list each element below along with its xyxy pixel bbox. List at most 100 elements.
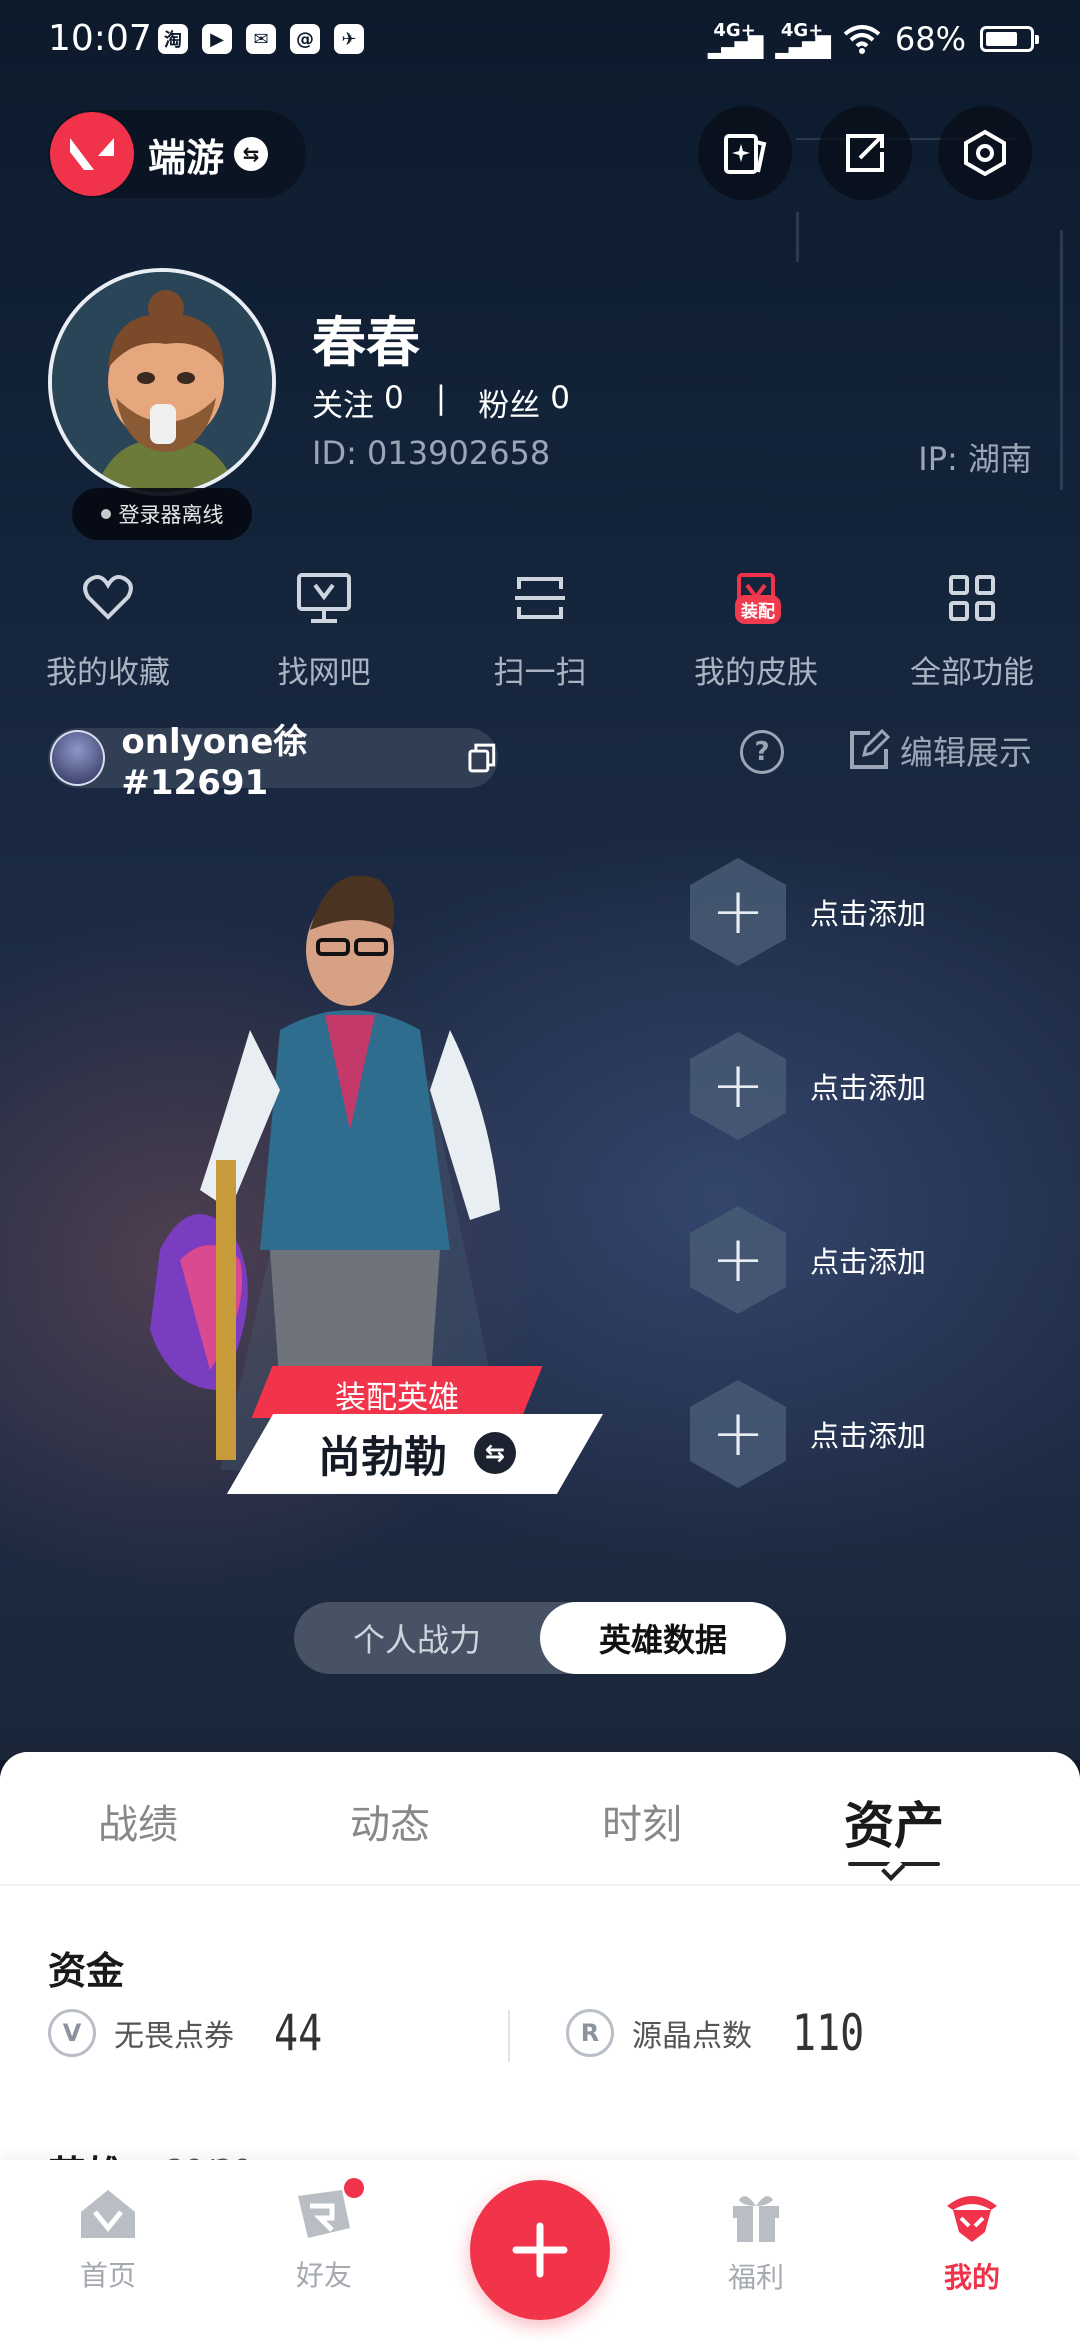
copy-icon[interactable]	[466, 741, 498, 775]
share-button[interactable]	[818, 106, 912, 200]
status-bar: 10:07 淘 ▶ ✉ @ ✈ 4G+ ▂▄▆█ 4G+ ▂▄▆█ 68%	[0, 0, 1080, 90]
slot-label: 点击添加	[810, 1071, 927, 1105]
fans-count[interactable]: 0	[550, 380, 570, 425]
quick-scan[interactable]: 扫一扫	[432, 565, 648, 692]
help-icon[interactable]: ?	[740, 730, 784, 774]
showcase-slot-3[interactable]: + 点击添加	[690, 1206, 926, 1314]
signal-icon: 4G+ ▂▄▆█	[707, 20, 764, 59]
skin-icon: 装配	[723, 565, 789, 631]
active-tab-indicator	[848, 1862, 940, 1866]
fund-item-radianite[interactable]: R 源晶点数 110	[566, 2004, 882, 2062]
fund-value: 110	[792, 2004, 865, 2062]
edit-display-label: 编辑展示	[900, 733, 1032, 772]
settings-hex-icon	[964, 129, 1006, 177]
nav-welfare[interactable]: 福利	[686, 2186, 826, 2296]
add-slot-icon: +	[690, 1206, 786, 1314]
avatar-illustration	[52, 272, 272, 492]
plane-icon: ✈	[334, 24, 364, 54]
battery-percent: 68%	[894, 20, 966, 58]
plus-icon	[512, 2222, 568, 2278]
nav-friends-label: 好友	[295, 2259, 352, 2292]
swap-icon: ⇆	[234, 137, 269, 171]
nav-home-label: 首页	[79, 2259, 136, 2292]
swap-hero-icon[interactable]: ⇆	[474, 1432, 516, 1474]
fund-item-vp[interactable]: V 无畏点券 44	[48, 2004, 334, 2062]
game-account-pill[interactable]: onlyone徐#12691	[48, 722, 498, 803]
slot-label: 点击添加	[810, 1245, 927, 1279]
share-icon	[846, 134, 884, 172]
nav-home[interactable]: 首页	[38, 2186, 178, 2294]
nav-friends[interactable]: 好友	[254, 2178, 394, 2294]
quick-scan-label: 扫一扫	[493, 655, 587, 691]
heart-icon	[75, 565, 141, 631]
tab-record[interactable]: 战绩	[12, 1752, 264, 1884]
scan-icon	[507, 565, 573, 631]
mail-icon: ✉	[246, 24, 276, 54]
app-name: 端游	[148, 135, 225, 180]
follow-label[interactable]: 关注	[312, 380, 374, 425]
card-sparkle-button[interactable]	[698, 106, 792, 200]
toggle-personal-power[interactable]: 个人战力	[294, 1602, 540, 1674]
add-slot-icon: +	[690, 1032, 786, 1140]
add-slot-icon: +	[690, 858, 786, 966]
vp-coin-icon: V	[48, 2009, 96, 2057]
user-nickname: 春春	[312, 311, 420, 374]
nav-me-label: 我的	[943, 2261, 1000, 2294]
notification-dot	[344, 2178, 364, 2198]
quick-all-functions[interactable]: 全部功能	[864, 565, 1080, 692]
quick-my-skins[interactable]: 装配 我的皮肤	[648, 565, 864, 692]
status-indicators: 4G+ ▂▄▆█ 4G+ ▂▄▆█ 68%	[707, 20, 1039, 59]
stats-separator: |	[435, 380, 447, 416]
fund-divider	[508, 2010, 510, 2062]
tab-feed[interactable]: 动态	[264, 1752, 516, 1884]
edit-icon	[850, 729, 890, 769]
radianite-coin-icon: R	[566, 2009, 614, 2057]
me-icon	[947, 2196, 997, 2242]
funds-title: 资金	[48, 1949, 125, 1993]
hero-name: 尚勃勒	[318, 1433, 447, 1483]
battery-icon	[980, 26, 1039, 52]
tab-assets-label: 资产	[844, 1797, 944, 1855]
card-sparkle-icon	[724, 134, 767, 174]
equip-badge: 装配	[735, 595, 781, 624]
quick-internet-cafe[interactable]: 找网吧	[216, 565, 432, 692]
showcase-slot-2[interactable]: + 点击添加	[690, 1032, 926, 1140]
tab-assets[interactable]: 资产	[768, 1752, 1020, 1884]
toggle-hero-data[interactable]: 英雄数据	[540, 1602, 786, 1674]
app-switcher[interactable]: 端游 ⇆	[48, 110, 306, 198]
game-account-avatar	[50, 730, 106, 786]
showcase-slot-1[interactable]: + 点击添加	[690, 858, 926, 966]
monitor-icon	[291, 565, 357, 631]
follow-count[interactable]: 0	[384, 380, 404, 425]
create-post-button[interactable]	[470, 2180, 610, 2320]
app-icon: @	[290, 24, 320, 54]
nav-me[interactable]: 我的	[902, 2186, 1042, 2296]
signal-icon: 4G+ ▂▄▆█	[775, 20, 831, 59]
settings-button[interactable]	[938, 106, 1032, 200]
tab-moments[interactable]: 时刻	[516, 1752, 768, 1884]
quick-favorites[interactable]: 我的收藏	[0, 565, 216, 692]
edit-display-button[interactable]: 编辑展示	[848, 726, 1032, 774]
launcher-status-text: 登录器离线	[118, 503, 224, 527]
slot-label: 点击添加	[810, 1419, 927, 1453]
fund-label: 源晶点数	[632, 2019, 752, 2054]
launcher-status-badge: 登录器离线	[72, 488, 252, 540]
quick-my-skins-label: 我的皮肤	[694, 655, 818, 691]
quick-all-functions-label: 全部功能	[910, 655, 1034, 691]
slot-label: 点击添加	[810, 897, 927, 931]
quick-internet-cafe-label: 找网吧	[277, 655, 371, 691]
grid-icon	[939, 565, 1005, 631]
decor-line	[1060, 230, 1063, 490]
quick-function-row: 我的收藏 找网吧 扫一扫 装配 我的皮肤 全部功能	[0, 565, 1080, 692]
gift-icon	[733, 2196, 779, 2242]
decor-line	[796, 212, 799, 262]
data-mode-toggle: 个人战力 英雄数据	[294, 1602, 786, 1674]
profile-tabs: 战绩 动态 时刻 资产	[0, 1752, 1080, 1886]
avatar[interactable]	[48, 268, 276, 496]
status-dot-icon	[100, 509, 111, 519]
fund-label: 无畏点券	[114, 2019, 234, 2054]
follow-stats: 关注 0 | 粉丝 0	[312, 380, 570, 425]
fans-label[interactable]: 粉丝	[478, 380, 540, 425]
home-icon	[81, 2190, 135, 2238]
showcase-slot-4[interactable]: + 点击添加	[690, 1380, 926, 1488]
